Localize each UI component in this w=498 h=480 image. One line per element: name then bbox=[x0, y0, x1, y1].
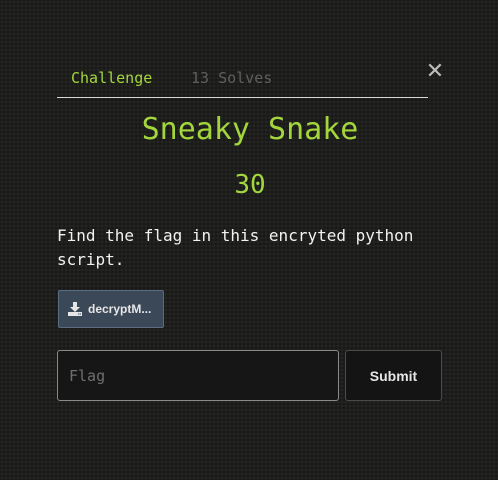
modal-tabs: Challenge 13 Solves bbox=[57, 60, 428, 98]
tab-solves[interactable]: 13 Solves bbox=[191, 68, 272, 88]
challenge-description: Find the flag in this encryted python sc… bbox=[57, 226, 414, 269]
challenge-modal: Challenge 13 Solves ✕ Sneaky Snake 30 Fi… bbox=[57, 60, 446, 420]
file-download-label: decryptM... bbox=[88, 302, 152, 316]
flag-input[interactable] bbox=[57, 350, 339, 401]
tab-challenge[interactable]: Challenge bbox=[71, 68, 152, 88]
close-icon[interactable]: ✕ bbox=[424, 60, 446, 84]
file-download-button[interactable]: decryptM... bbox=[58, 290, 164, 328]
submit-button[interactable]: Submit bbox=[345, 350, 442, 401]
challenge-title: Sneaky Snake bbox=[141, 112, 359, 147]
download-icon bbox=[68, 302, 82, 316]
challenge-points: 30 bbox=[234, 170, 266, 200]
